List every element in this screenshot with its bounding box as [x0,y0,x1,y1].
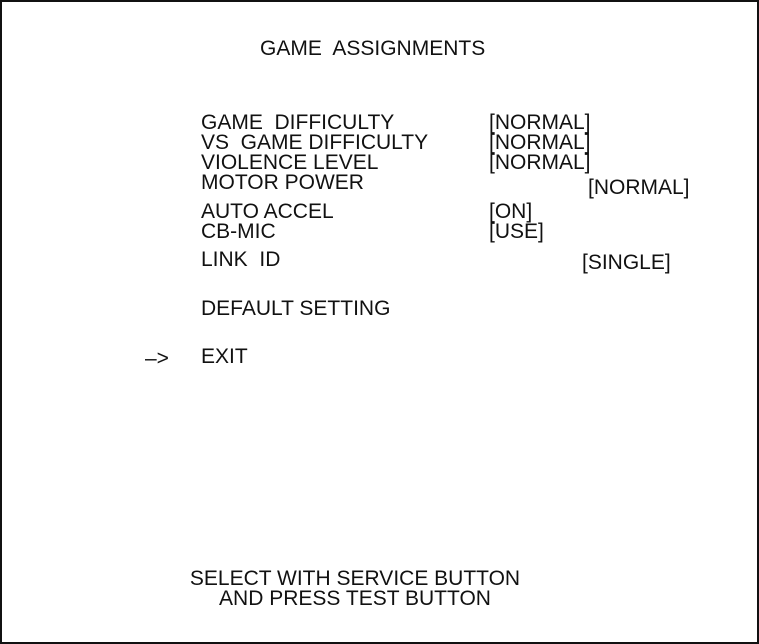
screen-title: GAME ASSIGNMENTS [260,37,486,60]
setting-value-violence-level[interactable]: [NORMAL] [489,152,591,173]
setting-value-vs-game-difficulty[interactable]: [NORMAL] [489,132,591,153]
setting-label-game-difficulty[interactable]: GAME DIFFICULTY [201,112,394,133]
setting-value-auto-accel[interactable]: [ON] [489,201,532,222]
setting-value-link-id[interactable]: [SINGLE] [582,252,671,273]
setting-value-motor-power[interactable]: [NORMAL] [588,177,690,198]
setting-label-link-id[interactable]: LINK ID [201,249,280,270]
setting-label-motor-power[interactable]: MOTOR POWER [201,172,364,193]
exit-item[interactable]: EXIT [201,346,248,367]
setting-label-cb-mic[interactable]: CB-MIC [201,221,276,242]
screen-frame [0,0,759,644]
setting-label-vs-game-difficulty[interactable]: VS GAME DIFFICULTY [201,132,428,153]
setting-label-auto-accel[interactable]: AUTO ACCEL [201,201,334,222]
footer-instruction-line1: SELECT WITH SERVICE BUTTON [189,567,521,590]
default-setting-item[interactable]: DEFAULT SETTING [201,298,390,319]
setting-value-cb-mic[interactable]: [USE] [489,221,544,242]
setting-label-violence-level[interactable]: VIOLENCE LEVEL [201,152,378,173]
setting-value-game-difficulty[interactable]: [NORMAL] [489,112,591,133]
footer-instruction-line2: AND PRESS TEST BUTTON [219,587,491,610]
selection-cursor-arrow: –> [145,347,169,370]
